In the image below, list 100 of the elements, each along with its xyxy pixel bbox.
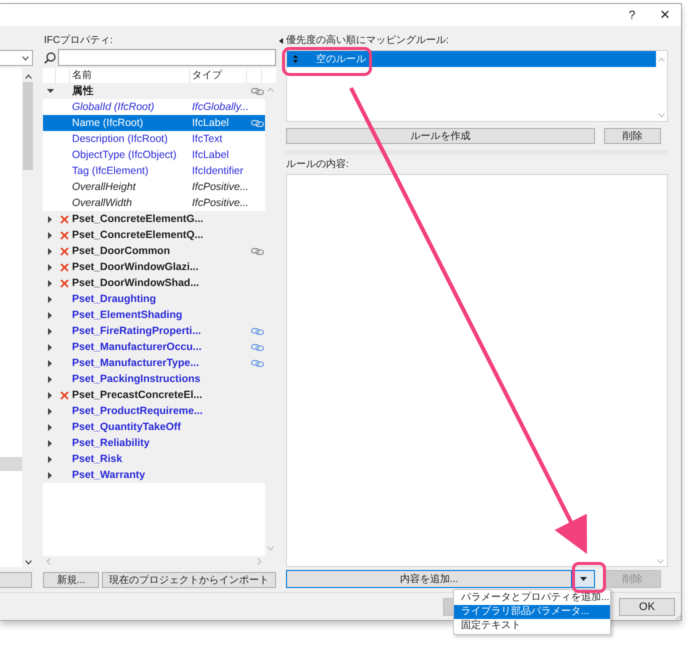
- property-type: IfcGlobally...: [191, 101, 249, 113]
- menu-item[interactable]: 固定テキスト: [454, 619, 610, 633]
- panel-label: 優先度の高い順にマッピングルール:: [285, 34, 449, 48]
- property-type: IfcPositive...: [191, 181, 249, 193]
- tree-row[interactable]: Pset_Warranty: [43, 467, 265, 483]
- cross-icon: [60, 246, 68, 256]
- tree-row[interactable]: Pset_FireRatingProperti...: [43, 323, 265, 339]
- property-type: IfcIdentifier: [191, 165, 244, 177]
- group-name: 属性: [71, 84, 94, 98]
- ok-button[interactable]: OK: [619, 598, 675, 616]
- chevron-down-icon[interactable]: [22, 56, 29, 60]
- tree-row[interactable]: Pset_ManufacturerType...: [43, 355, 265, 371]
- property-name: OverallWidth: [71, 197, 132, 209]
- property-name: Description (IfcRoot): [71, 133, 168, 145]
- triangle-right-icon[interactable]: [48, 280, 52, 286]
- tree-row[interactable]: Pset_PackingInstructions: [43, 371, 265, 387]
- triangle-right-icon[interactable]: [48, 440, 52, 446]
- property-type: IfcText: [191, 133, 222, 145]
- tree-row[interactable]: Pset_QuantityTakeOff: [43, 419, 265, 435]
- delete-button[interactable]: 削除: [604, 128, 661, 144]
- triangle-right-icon[interactable]: [48, 392, 52, 398]
- tree-row[interactable]: 属性: [43, 83, 265, 99]
- group-name: Pset_PackingInstructions: [71, 373, 200, 385]
- group-name: Pset_PrecastConcreteEl...: [71, 389, 202, 401]
- group-name: Pset_ElementShading: [71, 309, 182, 321]
- group-name: Pset_ProductRequireme...: [71, 405, 203, 417]
- cross-icon: [60, 390, 68, 400]
- property-name: Tag (IfcElement): [71, 165, 148, 177]
- tree-row[interactable]: Name (IfcRoot) IfcLabel: [43, 115, 265, 131]
- tree-row[interactable]: Pset_DoorWindowGlazi...: [43, 259, 265, 275]
- triangle-right-icon[interactable]: [48, 264, 52, 270]
- triangle-left-icon: [278, 38, 282, 44]
- triangle-right-icon[interactable]: [48, 296, 52, 302]
- group-name: Pset_ConcreteElementQ...: [71, 229, 204, 241]
- triangle-right-icon[interactable]: [48, 344, 52, 350]
- chevron-down-icon[interactable]: [24, 560, 32, 565]
- tree-row[interactable]: Pset_DoorCommon: [43, 243, 265, 259]
- scrollbar-thumb[interactable]: [23, 82, 33, 170]
- group-name: Pset_DoorWindowGlazi...: [71, 261, 199, 273]
- sort-arrows-icon[interactable]: [293, 55, 298, 63]
- group-name: Pset_Reliability: [71, 437, 150, 449]
- tree-row[interactable]: Pset_ElementShading: [43, 307, 265, 323]
- search-icon: [44, 52, 56, 64]
- triangle-down-icon[interactable]: [46, 89, 54, 93]
- cross-icon: [60, 214, 68, 224]
- tree-row[interactable]: Pset_ConcreteElementG...: [43, 211, 265, 227]
- group-name: Pset_DoorWindowShad...: [71, 277, 200, 289]
- group-name: Pset_Warranty: [71, 469, 146, 481]
- property-name: GlobalId (IfcRoot): [71, 101, 154, 113]
- cross-icon: [60, 278, 68, 288]
- group-name: Pset_Draughting: [71, 293, 156, 305]
- help-button[interactable]: ?: [617, 4, 647, 26]
- highlight-frame: [572, 562, 606, 593]
- close-button[interactable]: ×: [649, 4, 681, 26]
- property-type: IfcPositive...: [191, 197, 249, 209]
- tree-row[interactable]: Pset_ManufacturerOccu...: [43, 339, 265, 355]
- add-content-button[interactable]: 内容を追加...: [286, 570, 572, 588]
- tree-row[interactable]: Pset_ConcreteElementQ...: [43, 227, 265, 243]
- caret-down-icon: [580, 577, 586, 581]
- triangle-right-icon[interactable]: [48, 216, 52, 222]
- tree-row[interactable]: Pset_Reliability: [43, 435, 265, 451]
- import-button[interactable]: 現在のプロジェクトからインポート: [102, 572, 276, 588]
- panel-label: ルールの内容:: [285, 158, 349, 172]
- group-name: Pset_ConcreteElementG...: [71, 213, 204, 225]
- tree-row[interactable]: Pset_PrecastConcreteEl...: [43, 387, 265, 403]
- triangle-right-icon[interactable]: [48, 248, 52, 254]
- triangle-right-icon[interactable]: [48, 312, 52, 318]
- property-name: Name (IfcRoot): [71, 117, 144, 129]
- panel-label: IFCプロパティ:: [43, 34, 113, 48]
- cross-icon: [60, 230, 68, 240]
- group-name: Pset_QuantityTakeOff: [71, 421, 181, 433]
- search-field[interactable]: [58, 49, 276, 66]
- property-name: OverallHeight: [71, 181, 136, 193]
- group-name: Pset_Risk: [71, 453, 122, 465]
- rule-item[interactable]: 空のルール: [287, 51, 656, 67]
- new-button[interactable]: 新規...: [43, 572, 99, 588]
- triangle-right-icon[interactable]: [48, 376, 52, 382]
- menu-item[interactable]: ライブラリ部品パラメータ...: [454, 605, 610, 619]
- group-name: Pset_ManufacturerOccu...: [71, 341, 202, 353]
- group-name: Pset_DoorCommon: [71, 245, 170, 257]
- triangle-right-icon[interactable]: [48, 472, 52, 478]
- tree-row[interactable]: Pset_Draughting: [43, 291, 265, 307]
- triangle-right-icon[interactable]: [48, 328, 52, 334]
- group-name: Pset_ManufacturerType...: [71, 357, 200, 369]
- group-name: Pset_FireRatingProperti...: [71, 325, 201, 337]
- triangle-right-icon[interactable]: [48, 424, 52, 430]
- tree-row[interactable]: Pset_Risk: [43, 451, 265, 467]
- chevron-up-icon[interactable]: [24, 74, 32, 79]
- tree-row[interactable]: Pset_ProductRequireme...: [43, 403, 265, 419]
- create-rule-button[interactable]: ルールを作成: [286, 128, 595, 144]
- property-type: IfcLabel: [191, 117, 229, 129]
- triangle-right-icon[interactable]: [48, 456, 52, 462]
- property-name: ObjectType (IfcObject): [71, 149, 176, 161]
- cross-icon: [60, 262, 68, 272]
- property-type: IfcLabel: [191, 149, 229, 161]
- triangle-right-icon[interactable]: [48, 408, 52, 414]
- triangle-right-icon[interactable]: [48, 360, 52, 366]
- triangle-right-icon[interactable]: [48, 232, 52, 238]
- dropdown-field[interactable]: [0, 50, 33, 66]
- tree-row[interactable]: Pset_DoorWindowShad...: [43, 275, 265, 291]
